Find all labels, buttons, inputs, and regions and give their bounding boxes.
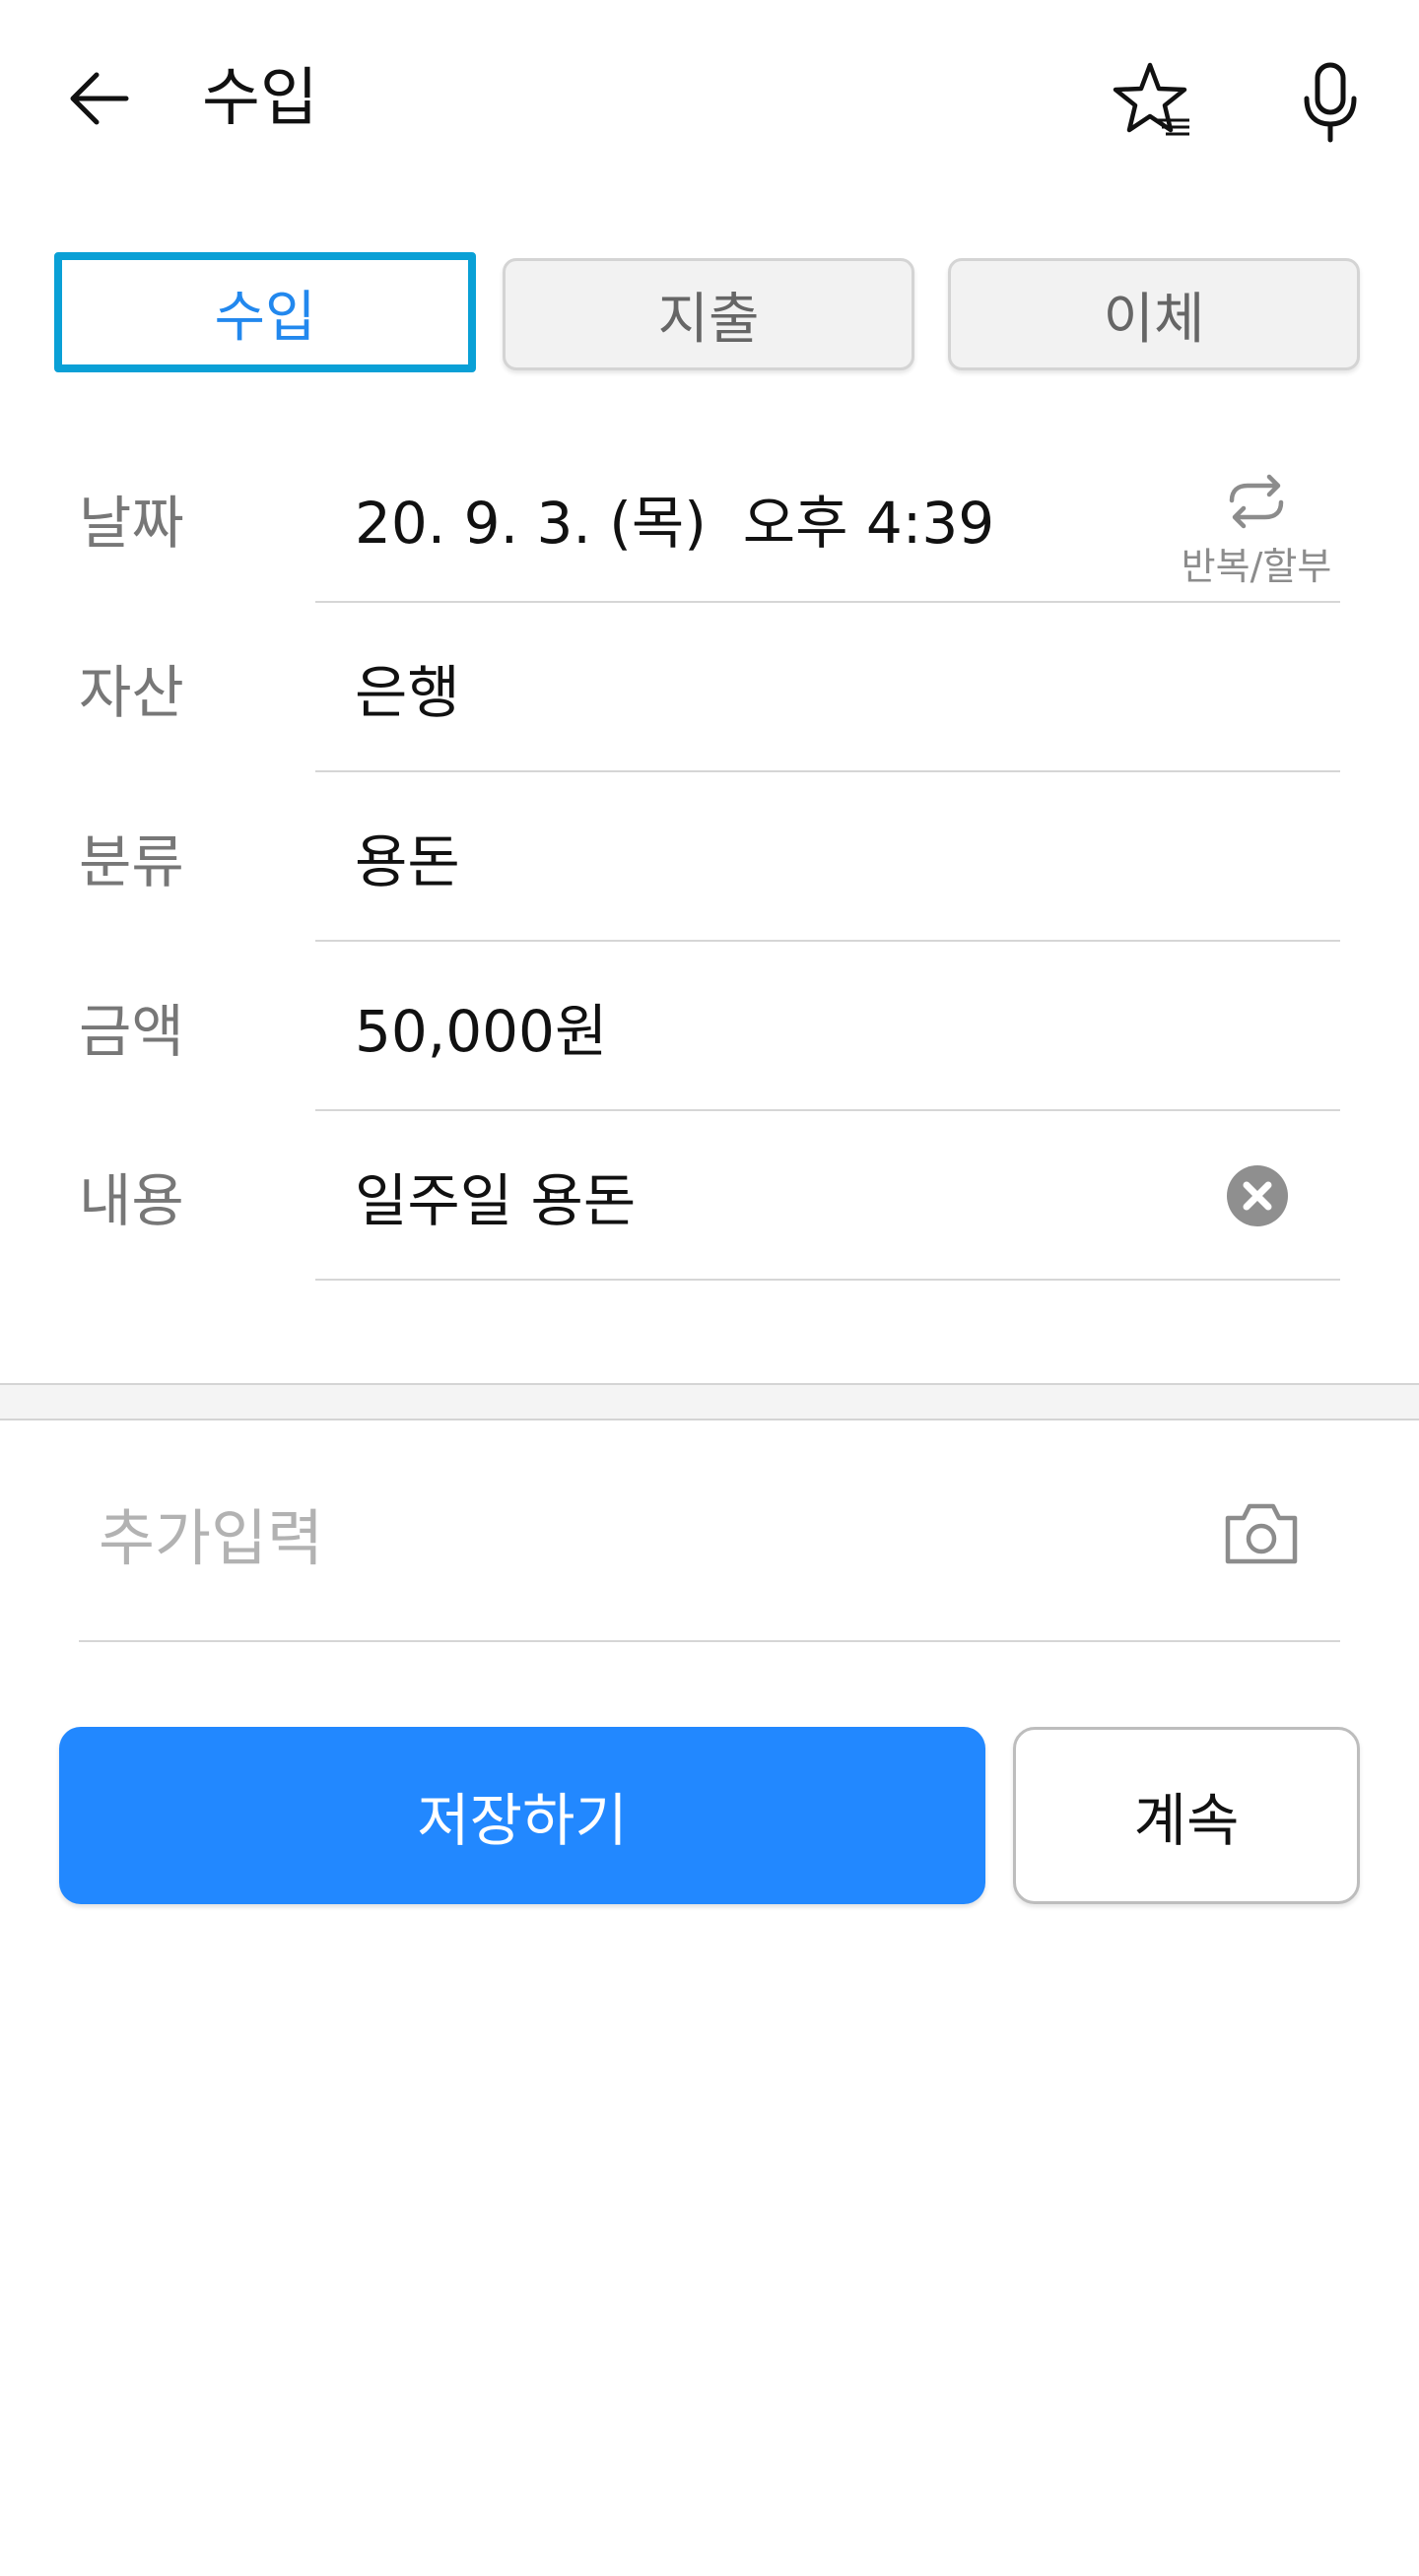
camera-icon <box>1225 1503 1298 1564</box>
date-value[interactable]: 20. 9. 3. (목) 오후 4:39 <box>355 477 994 560</box>
favorites-button[interactable] <box>1109 57 1197 146</box>
amount-value[interactable]: 50,000원 <box>355 985 607 1068</box>
tab-income[interactable]: 수입 <box>54 252 476 372</box>
app-header: 수입 <box>0 0 1419 197</box>
additional-input-field[interactable]: 추가입력 <box>99 1488 323 1577</box>
asset-value[interactable]: 은행 <box>355 646 460 729</box>
memo-value[interactable]: 일주일 용돈 <box>355 1155 636 1237</box>
tab-transfer[interactable]: 이체 <box>948 258 1360 370</box>
arrow-left-icon <box>70 72 129 125</box>
save-button[interactable]: 저장하기 <box>59 1727 985 1904</box>
category-row[interactable]: 분류 용돈 <box>0 772 1419 942</box>
voice-input-button[interactable] <box>1286 57 1375 146</box>
asset-label: 자산 <box>79 659 184 726</box>
memo-label: 내용 <box>79 1167 184 1234</box>
microphone-icon <box>1304 62 1357 143</box>
amount-label: 금액 <box>79 998 184 1065</box>
continue-button[interactable]: 계속 <box>1013 1727 1360 1904</box>
clear-icon <box>1227 1165 1288 1226</box>
back-button[interactable] <box>59 59 138 138</box>
category-value[interactable]: 용돈 <box>355 816 460 898</box>
divider <box>315 1279 1340 1281</box>
date-label: 날짜 <box>79 490 184 557</box>
category-label: 분류 <box>79 828 184 895</box>
repeat-installment-button[interactable]: 반복/할부 <box>1168 473 1345 591</box>
tab-expense[interactable]: 지출 <box>503 258 914 370</box>
amount-row[interactable]: 금액 50,000원 <box>0 942 1419 1111</box>
memo-row[interactable]: 내용 일주일 용돈 <box>0 1111 1419 1281</box>
clear-memo-button[interactable] <box>1225 1163 1290 1228</box>
star-list-icon <box>1113 62 1189 136</box>
camera-button[interactable] <box>1222 1498 1301 1567</box>
repeat-installment-label: 반복/할부 <box>1181 545 1332 588</box>
page-title: 수입 <box>202 62 318 135</box>
date-row[interactable]: 날짜 20. 9. 3. (목) 오후 4:39 반복/할부 <box>0 433 1419 603</box>
section-divider <box>0 1383 1419 1420</box>
divider <box>79 1640 1340 1642</box>
asset-row[interactable]: 자산 은행 <box>0 603 1419 772</box>
repeat-icon <box>1229 474 1284 529</box>
additional-input-row[interactable]: 추가입력 <box>79 1423 1340 1642</box>
